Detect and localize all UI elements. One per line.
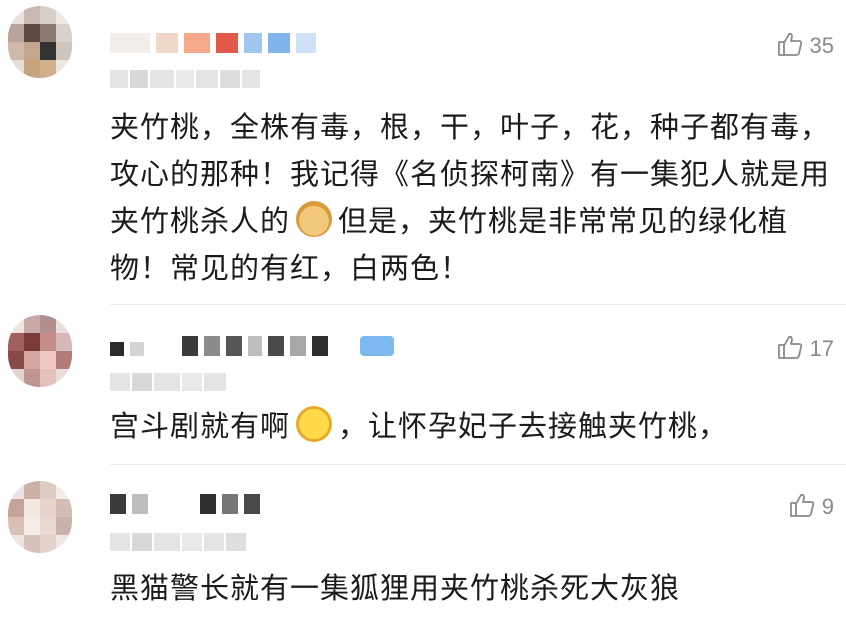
thumbs-up-icon	[788, 491, 816, 523]
laugh-cry-emoji	[296, 406, 333, 442]
like-button[interactable]: 9	[788, 491, 834, 523]
avatar[interactable]	[8, 6, 72, 78]
thumbs-up-icon	[776, 333, 804, 365]
comment-item: 17 宫斗剧就有啊 ，让怀孕妃子去接触夹竹桃，	[0, 305, 846, 465]
like-button[interactable]: 17	[776, 333, 834, 365]
doge-emoji	[296, 201, 333, 237]
comment-item: 9 黑猫警长就有一集狐狸用夹竹桃杀死大灰狼	[0, 465, 846, 625]
avatar[interactable]	[8, 315, 72, 387]
comment-meta	[110, 533, 246, 553]
comment-text: 宫斗剧就有啊 ，让怀孕妃子去接触夹竹桃，	[110, 403, 830, 450]
comment-meta	[110, 70, 260, 90]
avatar[interactable]	[8, 481, 72, 553]
comment-text: 夹竹桃，全株有毒，根，干，叶子，花，种子都有毒，攻心的那种！我记得《名侦探柯南》…	[110, 110, 831, 285]
like-count: 17	[809, 336, 834, 361]
like-count: 35	[809, 33, 834, 58]
username[interactable]	[110, 30, 316, 56]
username[interactable]	[110, 491, 260, 517]
like-button[interactable]: 35	[776, 30, 834, 62]
comment-meta	[110, 373, 226, 393]
thumbs-up-icon	[776, 30, 804, 62]
like-count: 9	[821, 494, 834, 519]
comment-item: 35 夹竹桃，全株有毒，根，干，叶子，花，种子都有毒，攻心的那种！我记得《名侦探…	[0, 0, 846, 305]
username[interactable]	[110, 333, 394, 359]
comment-text: 黑猫警长就有一集狐狸用夹竹桃杀死大灰狼	[110, 571, 681, 605]
